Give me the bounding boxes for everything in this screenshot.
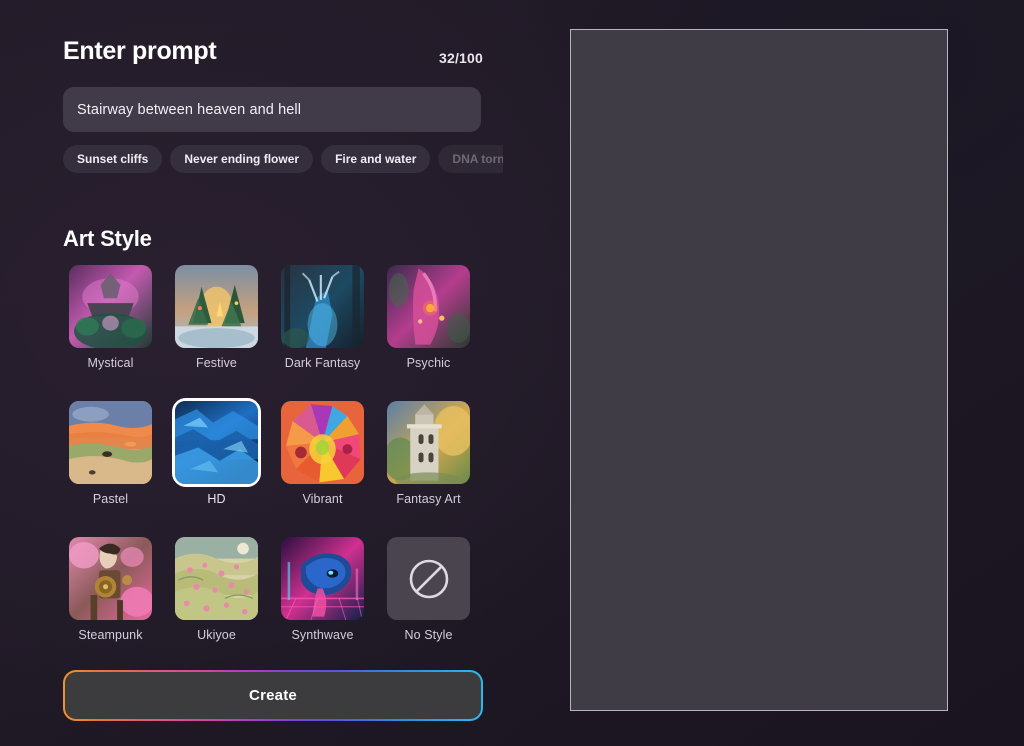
thumbnail-frame [387,401,470,484]
style-label: Dark Fantasy [284,356,361,370]
preview-canvas [571,30,947,710]
no-style-prohibition-icon [409,559,448,598]
suggestion-chip-dna-tornado[interactable]: DNA tornado [438,145,503,173]
style-label: Pastel [92,492,129,506]
suggestion-chip-fire-and-water[interactable]: Fire and water [321,145,431,173]
mystical-thumbnail [69,265,152,348]
style-label: Ukiyoe [197,628,236,642]
suggestion-chips: Sunset cliffs Never ending flower Fire a… [63,145,503,173]
thumbnail-frame [281,537,364,620]
image-preview-panel[interactable] [570,29,948,711]
thumbnail-frame-selected [172,398,261,487]
style-label: Synthwave [291,628,354,642]
style-option-fantasy-art[interactable]: Fantasy Art [381,401,476,507]
prompt-and-style-panel: Enter prompt 32/100 Sunset cliffs Never … [63,36,503,643]
thumbnail-frame [387,537,470,620]
thumbnail-frame [69,265,152,348]
style-label: Fantasy Art [396,492,461,506]
style-label: HD [207,492,226,506]
hd-thumbnail [175,401,258,484]
fantasy-art-thumbnail [387,401,470,484]
suggestion-chip-never-ending-flower[interactable]: Never ending flower [170,145,314,173]
style-option-hd[interactable]: HD [169,398,264,507]
image-generator-app: Enter prompt 32/100 Sunset cliffs Never … [0,0,1024,746]
style-option-pastel[interactable]: Pastel [63,401,158,507]
style-label: Psychic [406,356,451,370]
prompt-header: Enter prompt 32/100 [63,36,483,70]
psychic-thumbnail [387,265,470,348]
ukiyoe-thumbnail [175,537,258,620]
character-counter: 32/100 [438,50,483,66]
prompt-input[interactable] [77,101,467,118]
style-label: Festive [196,356,237,370]
synthwave-thumbnail [281,537,364,620]
thumbnail-frame [281,401,364,484]
style-label: Mystical [87,356,134,370]
style-option-vibrant[interactable]: Vibrant [275,401,370,507]
festive-thumbnail [175,265,258,348]
thumbnail-frame [69,401,152,484]
style-option-psychic[interactable]: Psychic [381,265,476,371]
page-title: Enter prompt [63,37,217,65]
no-style-tile [387,537,470,620]
art-style-grid: Mystical Festive Dark Fantasy Psychic Pa… [63,265,483,643]
prompt-input-container[interactable] [63,87,481,132]
style-option-synthwave[interactable]: Synthwave [275,537,370,643]
thumbnail-frame [175,265,258,348]
style-label: Steampunk [78,628,143,642]
art-style-section: Art Style Mystical Festive Dark Fantasy … [63,226,483,643]
style-option-no-style[interactable]: No Style [381,537,476,643]
pastel-thumbnail [69,401,152,484]
style-option-steampunk[interactable]: Steampunk [63,537,158,643]
thumbnail-frame [281,265,364,348]
create-button-gradient-border: Create [63,670,483,721]
style-label: Vibrant [302,492,343,506]
steampunk-thumbnail [69,537,152,620]
style-option-dark-fantasy[interactable]: Dark Fantasy [275,265,370,371]
style-option-mystical[interactable]: Mystical [63,265,158,371]
suggestion-chip-sunset-cliffs[interactable]: Sunset cliffs [63,145,163,173]
thumbnail-frame [387,265,470,348]
style-option-ukiyoe[interactable]: Ukiyoe [169,537,264,643]
art-style-title: Art Style [63,226,152,251]
thumbnail-frame [69,537,152,620]
thumbnail-frame [175,537,258,620]
style-label: No Style [404,628,453,642]
dark-fantasy-thumbnail [281,265,364,348]
style-option-festive[interactable]: Festive [169,265,264,371]
vibrant-thumbnail [281,401,364,484]
create-button[interactable]: Create [65,672,481,719]
